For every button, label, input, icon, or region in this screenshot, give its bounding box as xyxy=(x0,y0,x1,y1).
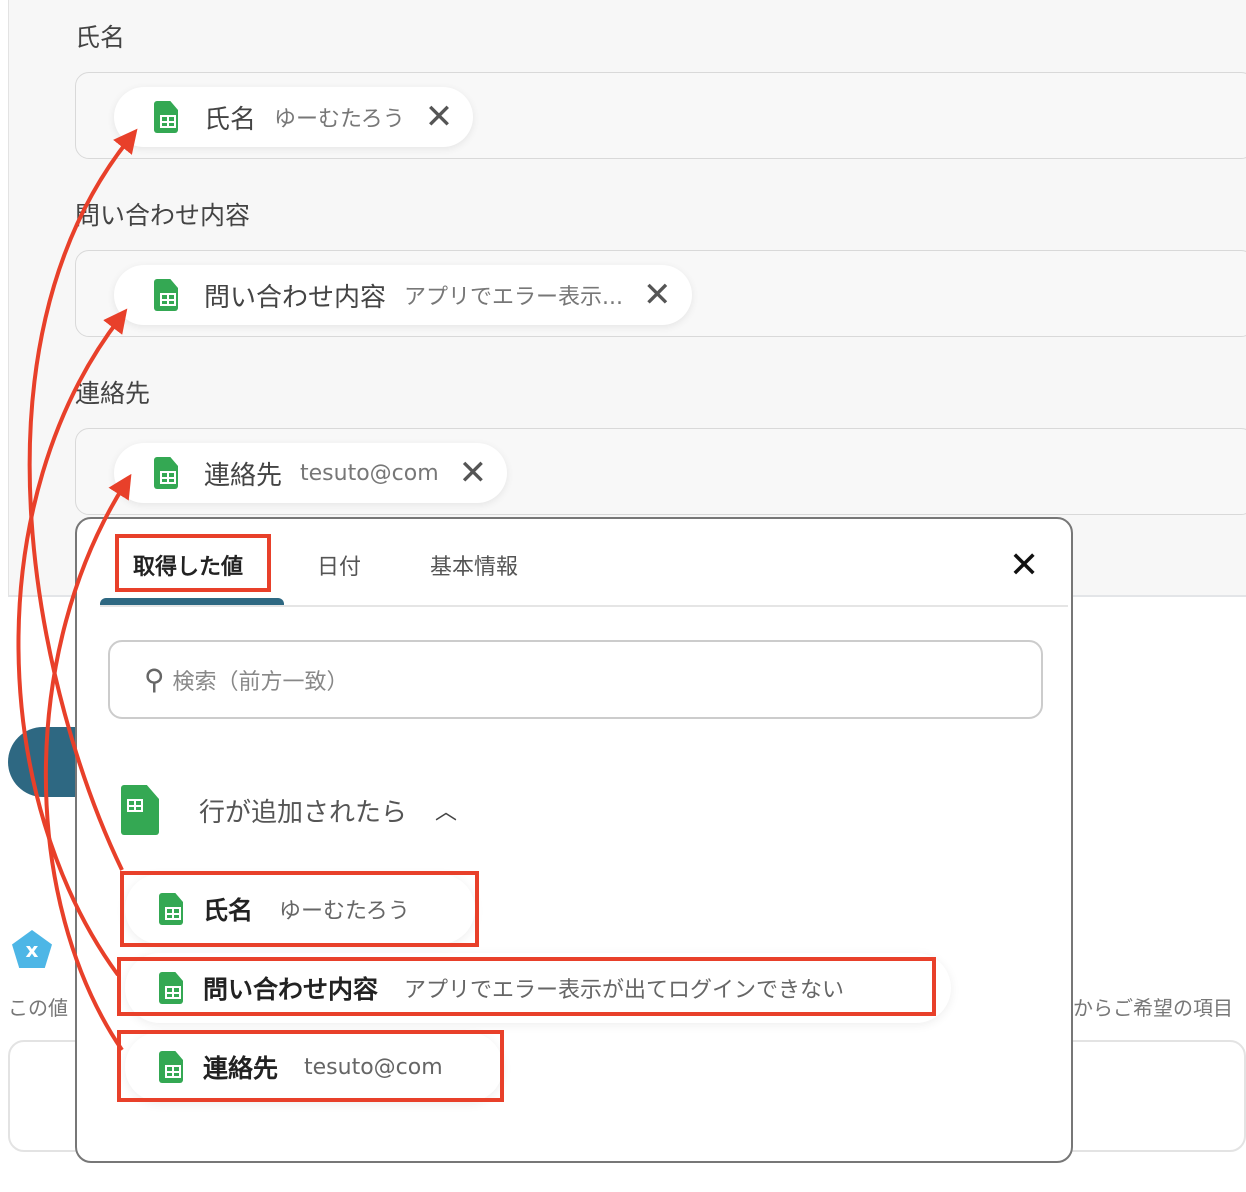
arrow-inquiry xyxy=(16,308,128,977)
arrows-overlay xyxy=(16,128,138,1052)
